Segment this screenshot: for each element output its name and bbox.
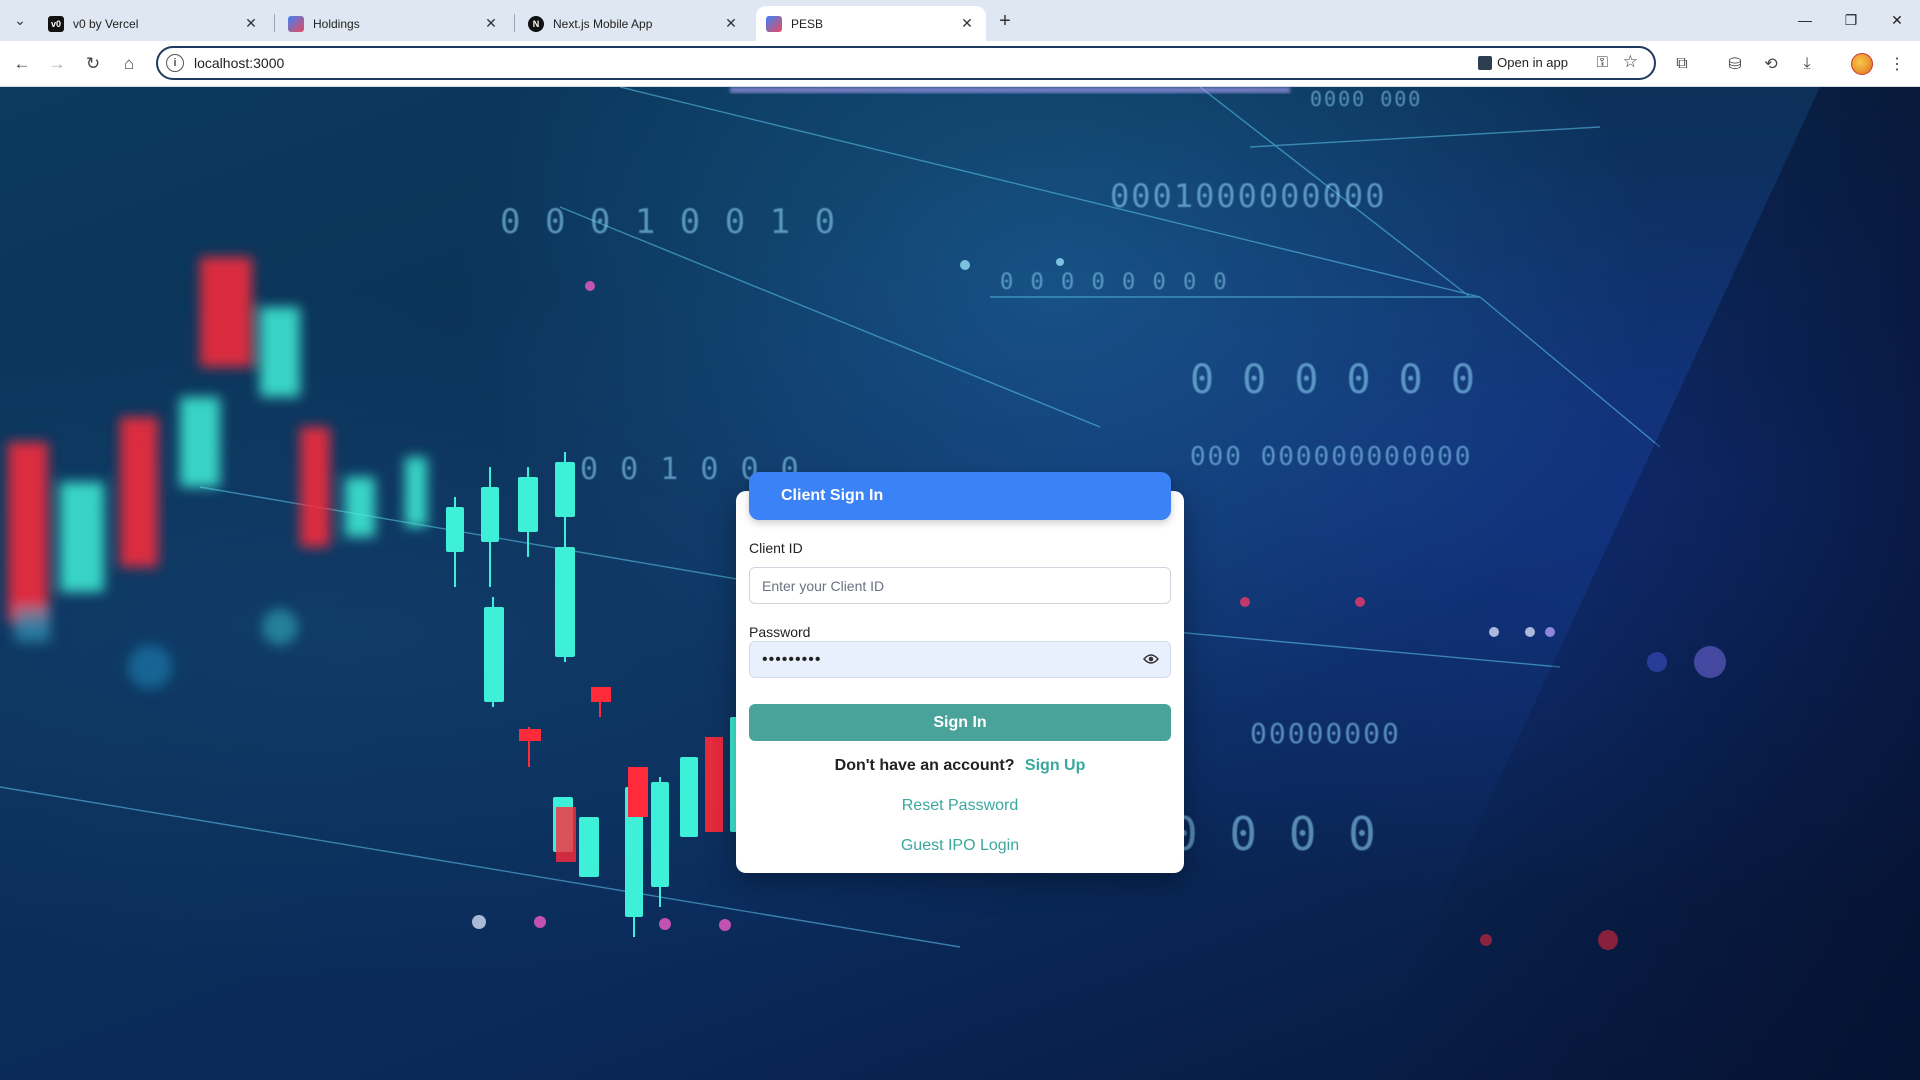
bookmark-star-icon[interactable]: ☆ xyxy=(1623,52,1638,72)
close-icon[interactable]: ✕ xyxy=(482,15,500,33)
close-icon[interactable]: ✕ xyxy=(242,15,260,33)
address-bar[interactable]: i localhost:3000 Open in app ⚿ ☆ xyxy=(156,46,1656,80)
tab-v0[interactable]: v0 v0 by Vercel ✕ xyxy=(38,6,270,41)
profile-avatar[interactable] xyxy=(1851,53,1873,75)
background-digits: 0001000000000 xyxy=(1110,177,1387,215)
nextjs-icon: N xyxy=(528,15,544,32)
tab-nextjs[interactable]: N Next.js Mobile App ✕ xyxy=(518,6,750,41)
tab-search-dropdown-icon[interactable]: ⌄ xyxy=(6,6,34,34)
close-icon[interactable]: ✕ xyxy=(722,15,740,33)
minimize-icon[interactable]: — xyxy=(1782,0,1828,40)
close-icon[interactable]: ✕ xyxy=(958,15,976,33)
no-account-text: Don't have an account? xyxy=(834,757,1015,774)
open-in-app-button[interactable]: Open in app xyxy=(1478,55,1568,70)
sign-in-card: Client Sign In Client ID Password Sign I… xyxy=(736,472,1184,873)
key-icon[interactable]: ⚿ xyxy=(1597,54,1608,71)
browser-toolbar: ← → ↻ ⌂ i localhost:3000 Open in app ⚿ ☆… xyxy=(0,41,1920,87)
background-digits: 0 0 0 1 0 0 1 0 xyxy=(500,202,838,242)
password-label: Password xyxy=(749,624,811,640)
reload-icon[interactable]: ↻ xyxy=(77,48,109,80)
close-window-icon[interactable]: ✕ xyxy=(1874,0,1920,40)
show-password-icon[interactable] xyxy=(1142,650,1160,668)
extensions-icon[interactable]: ⧉ xyxy=(1669,51,1695,77)
history-icon[interactable]: ⟲ xyxy=(1758,51,1784,77)
login-page: 0 0 0 1 0 0 1 0 0001000000000 0000 000 0… xyxy=(0,87,1920,1080)
download-icon[interactable]: ⤓ xyxy=(1794,51,1820,77)
open-in-app-label: Open in app xyxy=(1497,55,1568,70)
tab-separator xyxy=(514,14,515,32)
tab-title: v0 by Vercel xyxy=(73,16,139,31)
tab-title: PESB xyxy=(791,16,824,31)
app-icon xyxy=(288,15,304,32)
client-id-label: Client ID xyxy=(749,540,803,556)
sign-up-link[interactable]: Sign Up xyxy=(1025,757,1085,774)
tab-strip: ⌄ v0 v0 by Vercel ✕ Holdings ✕ N Next.js… xyxy=(0,0,1920,41)
v0-logo-icon: v0 xyxy=(48,15,64,32)
site-info-icon[interactable]: i xyxy=(166,54,184,72)
app-icon xyxy=(1478,55,1493,70)
reset-password-link[interactable]: Reset Password xyxy=(736,797,1184,815)
background-digits: 0000 000 xyxy=(1310,87,1423,111)
app-icon xyxy=(766,15,782,32)
password-input[interactable] xyxy=(749,641,1171,678)
new-tab-button[interactable]: + xyxy=(992,8,1018,34)
tab-title: Next.js Mobile App xyxy=(553,16,653,31)
background-digits: 0 0 0 0 xyxy=(1170,807,1378,861)
signup-prompt: Don't have an account? Sign Up xyxy=(736,757,1184,775)
card-header: Client Sign In xyxy=(749,472,1171,520)
background-digits: 000 000000000000 xyxy=(1190,442,1473,472)
tab-holdings[interactable]: Holdings ✕ xyxy=(278,6,510,41)
tab-title: Holdings xyxy=(313,16,360,31)
tab-separator xyxy=(274,14,275,32)
back-icon[interactable]: ← xyxy=(6,48,38,80)
incognito-icon[interactable]: ⛁ xyxy=(1722,51,1748,77)
home-icon[interactable]: ⌂ xyxy=(113,48,145,80)
forward-icon[interactable]: → xyxy=(41,48,73,80)
guest-ipo-login-link[interactable]: Guest IPO Login xyxy=(736,837,1184,855)
sign-in-button[interactable]: Sign In xyxy=(749,704,1171,741)
background-digits: 0 0 0 0 0 0 0 0 xyxy=(1000,270,1229,295)
restore-icon[interactable]: ❐ xyxy=(1828,0,1874,40)
client-id-input[interactable] xyxy=(749,567,1171,604)
more-menu-icon[interactable]: ⋮ xyxy=(1884,51,1910,77)
blurred-candles xyxy=(8,257,427,689)
tab-pesb[interactable]: PESB ✕ xyxy=(756,6,986,41)
background-digits: 00000000 xyxy=(1250,717,1401,750)
background-digits: 0 0 0 0 0 0 xyxy=(1190,357,1477,403)
url-text[interactable]: localhost:3000 xyxy=(194,55,284,71)
